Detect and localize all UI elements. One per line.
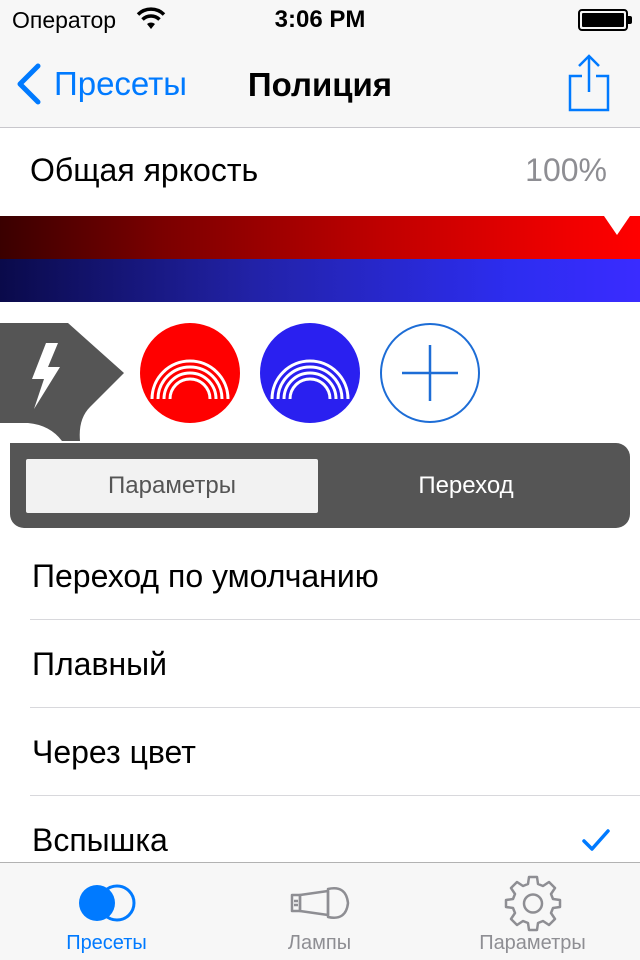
brightness-slider-thumb[interactable] bbox=[604, 216, 630, 236]
tab-settings[interactable]: Параметры bbox=[426, 863, 639, 960]
tab-bar: Пресеты Лампы Параметры bbox=[0, 862, 640, 960]
list-item-label: Плавный bbox=[32, 646, 168, 682]
share-icon[interactable] bbox=[566, 52, 612, 114]
segment-parameters[interactable]: Параметры bbox=[26, 459, 318, 513]
blue-brightness-bar[interactable] bbox=[0, 259, 640, 302]
battery-icon bbox=[578, 9, 632, 31]
checkmark-icon bbox=[582, 829, 610, 851]
brightness-value: 100% bbox=[525, 152, 607, 188]
tab-label: Пресеты bbox=[66, 932, 147, 954]
list-item-smooth[interactable]: Плавный bbox=[30, 620, 640, 708]
back-button[interactable]: Пресеты bbox=[14, 62, 187, 106]
tab-presets[interactable]: Пресеты bbox=[0, 863, 213, 960]
effect-type-tab[interactable] bbox=[0, 323, 124, 447]
lamp-icon bbox=[290, 887, 349, 919]
status-time: 3:06 PM bbox=[274, 6, 366, 33]
segmented-control: Параметры Переход bbox=[10, 443, 630, 528]
rainbow-arc-icon bbox=[270, 359, 350, 400]
presets-circles-icon bbox=[78, 884, 135, 922]
list-item-label: Вспышка bbox=[32, 822, 168, 858]
add-color-button[interactable] bbox=[380, 323, 480, 423]
list-item-default-transition[interactable]: Переход по умолчанию bbox=[30, 532, 640, 620]
tab-label: Параметры bbox=[479, 932, 586, 954]
navigation-bar: Пресеты Полиция bbox=[0, 40, 640, 128]
chevron-left-icon bbox=[17, 63, 41, 105]
tab-lamps[interactable]: Лампы bbox=[213, 863, 426, 960]
color-swatch-blue[interactable] bbox=[260, 323, 360, 423]
transition-list: Переход по умолчанию Плавный Через цвет … bbox=[0, 532, 640, 884]
red-brightness-bar[interactable] bbox=[0, 216, 640, 259]
brightness-row[interactable]: Общая яркость 100% bbox=[0, 128, 640, 216]
status-bar: Оператор 3:06 PM bbox=[0, 0, 640, 40]
segment-transition[interactable]: Переход bbox=[318, 459, 614, 513]
brightness-label: Общая яркость bbox=[30, 152, 259, 188]
list-item-label: Переход по умолчанию bbox=[32, 558, 379, 594]
color-swatch-red[interactable] bbox=[140, 323, 240, 423]
tab-label: Лампы bbox=[287, 932, 352, 954]
rainbow-arc-icon bbox=[150, 359, 230, 400]
plus-icon bbox=[402, 345, 458, 401]
list-item-through-color[interactable]: Через цвет bbox=[30, 708, 640, 796]
list-item-label: Через цвет bbox=[32, 734, 196, 770]
gear-icon bbox=[504, 875, 561, 932]
back-button-label: Пресеты bbox=[54, 65, 188, 102]
